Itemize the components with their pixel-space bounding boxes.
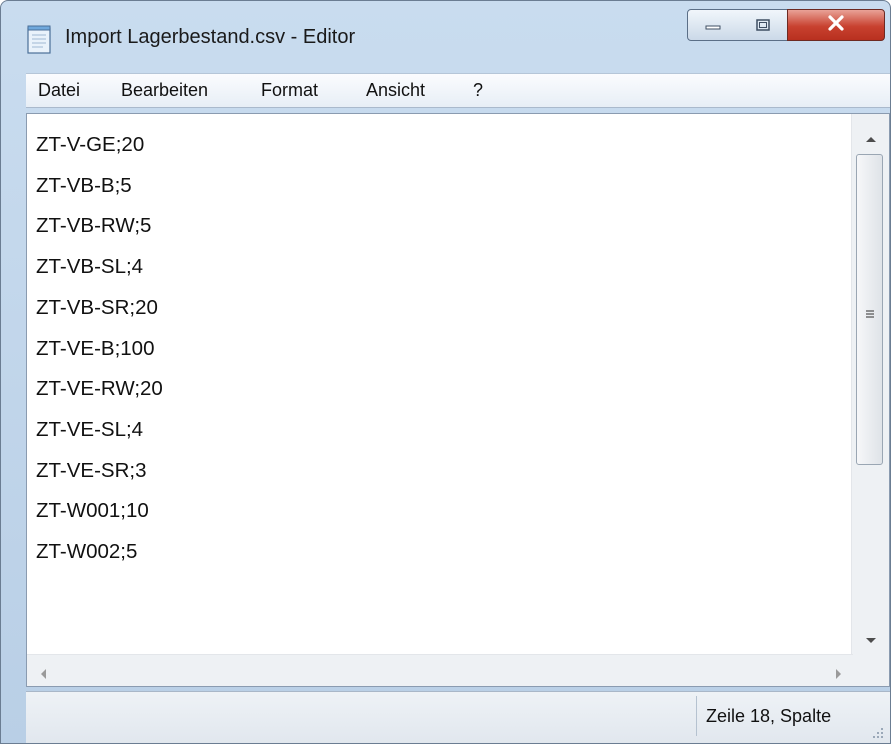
text-line: ZT-W002;5 (36, 540, 138, 564)
text-line: ZT-VE-SR;3 (36, 458, 147, 482)
menu-bearbeiten[interactable]: Bearbeiten (121, 80, 208, 101)
scroll-up-arrow-icon[interactable] (865, 128, 877, 147)
menu-help[interactable]: ? (473, 80, 483, 101)
text-editor[interactable]: ZT-V-GE;20 ZT-VB-B;5 ZT-VB-RW;5 ZT-VB-SL… (26, 113, 890, 687)
text-line: ZT-V-GE;20 (36, 133, 145, 156)
text-line: ZT-VE-SL;4 (36, 417, 144, 441)
menu-bar: Datei Bearbeiten Format Ansicht ? (26, 73, 890, 108)
menu-ansicht[interactable]: Ansicht (366, 80, 425, 101)
text-line: ZT-VE-RW;20 (36, 377, 163, 401)
scroll-left-arrow-icon[interactable] (39, 665, 47, 684)
grip-icon (865, 304, 875, 323)
scroll-down-arrow-icon[interactable] (865, 630, 877, 649)
editor-content[interactable]: ZT-V-GE;20 ZT-VB-B;5 ZT-VB-RW;5 ZT-VB-SL… (36, 125, 163, 573)
maximize-button[interactable] (738, 9, 788, 41)
scrollbar-corner (852, 655, 889, 686)
text-line: ZT-VB-SL;4 (36, 255, 144, 279)
close-button[interactable] (787, 9, 885, 41)
title-bar[interactable]: Import Lagerbestand.csv - Editor (1, 1, 890, 69)
resize-grip-icon[interactable] (870, 724, 884, 738)
vertical-scrollbar[interactable] (851, 114, 889, 656)
window-title: Import Lagerbestand.csv - Editor (65, 26, 356, 48)
status-divider (696, 696, 697, 736)
maximize-icon (755, 16, 770, 35)
scroll-right-arrow-icon[interactable] (835, 665, 843, 684)
notepad-window: Import Lagerbestand.csv - Editor Datei B… (0, 0, 891, 744)
horizontal-scrollbar[interactable] (27, 654, 853, 686)
cursor-position: Zeile 18, Spalte (706, 706, 832, 726)
menu-datei[interactable]: Datei (38, 80, 80, 101)
text-line: ZT-VB-RW;5 (36, 214, 152, 238)
minimize-button[interactable] (687, 9, 739, 41)
text-line: ZT-W001;10 (36, 499, 149, 523)
vertical-scroll-thumb[interactable] (856, 154, 883, 465)
minimize-icon (705, 16, 721, 35)
text-line: ZT-VB-B;5 (36, 173, 132, 197)
status-bar: Zeile 18, Spalte (26, 691, 890, 743)
close-icon (827, 15, 845, 35)
text-line: ZT-VB-SR;20 (36, 295, 158, 319)
menu-format[interactable]: Format (261, 80, 318, 101)
notepad-icon[interactable] (27, 25, 52, 54)
text-line: ZT-VE-B;100 (36, 336, 155, 360)
